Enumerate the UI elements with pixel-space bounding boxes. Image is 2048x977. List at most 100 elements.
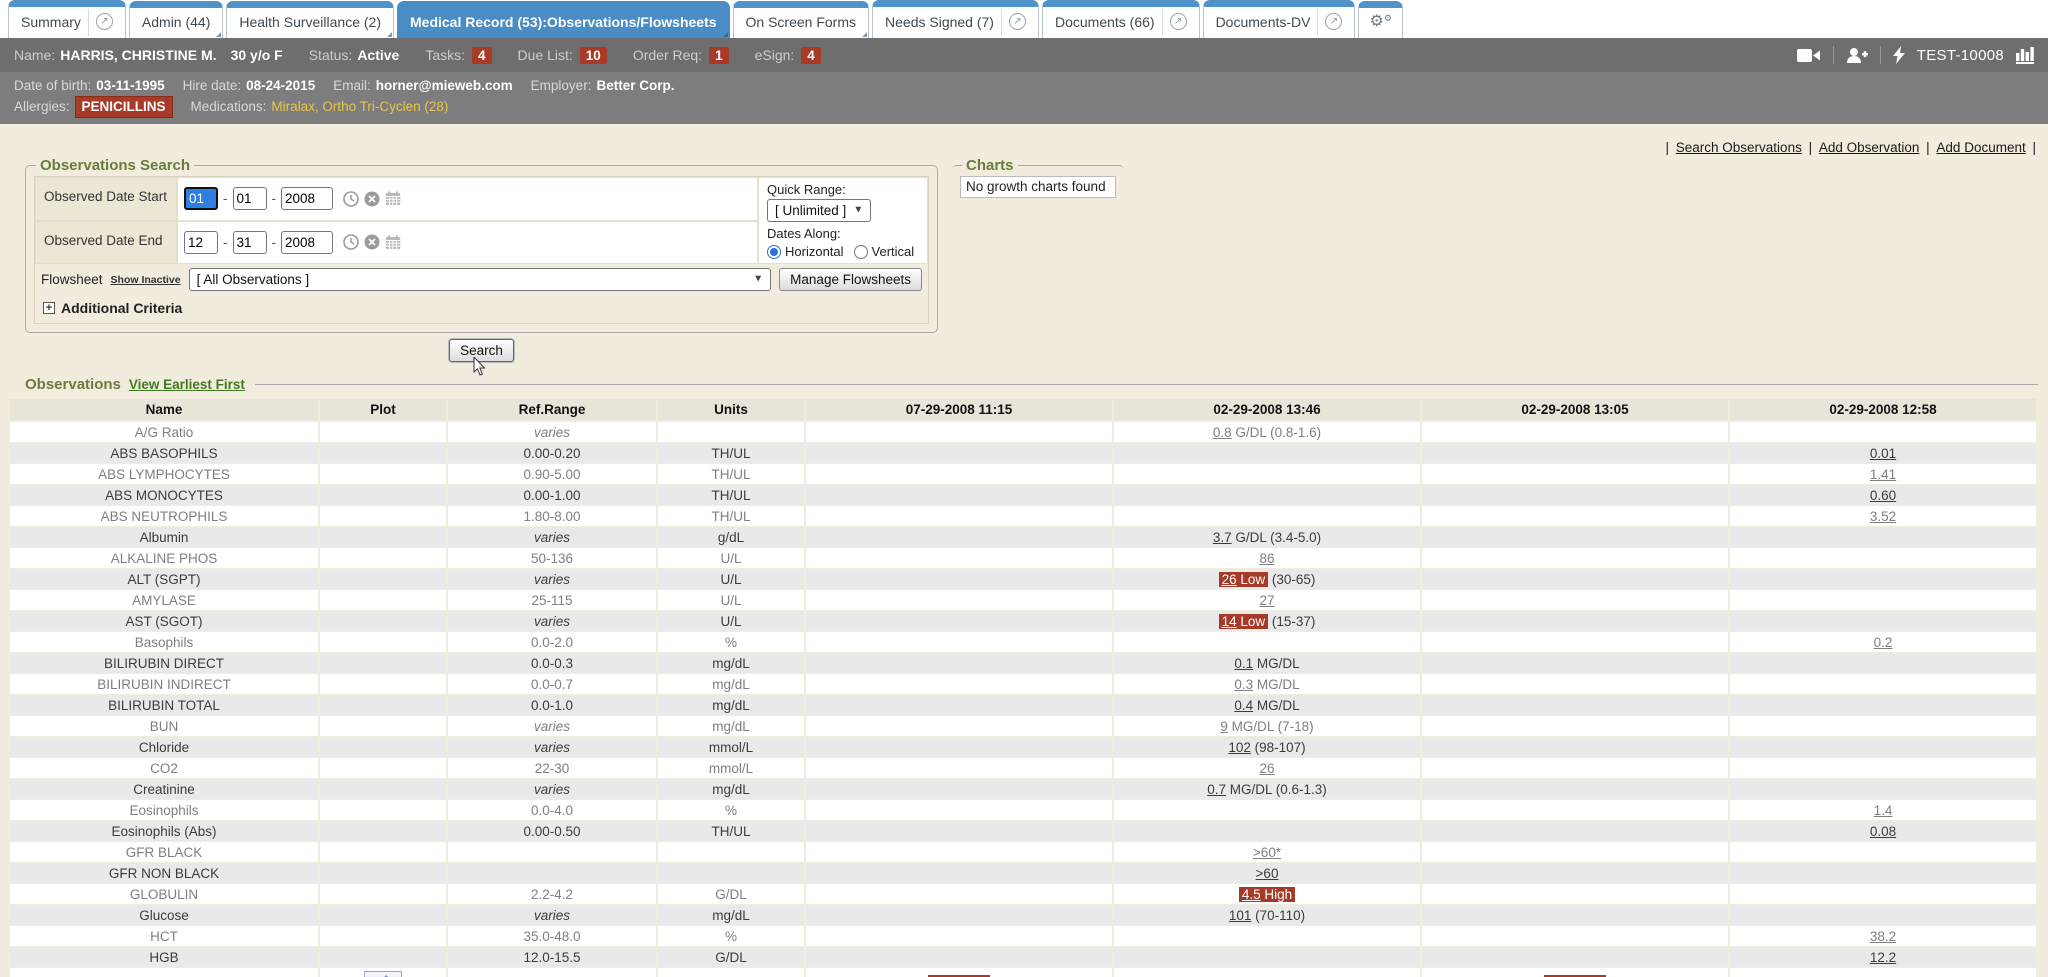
- action-link-add-observation[interactable]: Add Observation: [1819, 140, 1920, 155]
- observation-value-link[interactable]: 0.3: [1234, 677, 1253, 692]
- observation-value-link[interactable]: >60: [1256, 866, 1279, 881]
- observation-value-link[interactable]: 9: [1220, 719, 1228, 734]
- observation-value-link[interactable]: >60*: [1253, 845, 1281, 860]
- clear-date-icon[interactable]: [364, 191, 380, 207]
- observation-value-link[interactable]: 26: [1259, 761, 1274, 776]
- observation-value-link[interactable]: 3.52: [1870, 509, 1896, 524]
- observation-value-link[interactable]: 38.2: [1870, 929, 1896, 944]
- clear-date-icon[interactable]: [364, 234, 380, 250]
- observation-value-link[interactable]: 0.60: [1870, 488, 1896, 503]
- observation-name: ABS NEUTROPHILS: [10, 506, 320, 527]
- observation-value-cell: 38.2: [1730, 926, 2038, 947]
- plot-cell: [320, 611, 448, 632]
- observation-value-link[interactable]: 102: [1228, 740, 1251, 755]
- tab-medical-record-53-observations-flowsheets[interactable]: Medical Record (53):Observations/Flowshe…: [397, 1, 730, 38]
- date-end-year-input[interactable]: [281, 231, 333, 254]
- popout-icon[interactable]: ↗: [1325, 13, 1342, 30]
- observation-value-cell: [806, 611, 1114, 632]
- flowsheet-select[interactable]: [ All Observations ]▼: [189, 268, 772, 291]
- ref-range: 1.80-8.00: [448, 506, 658, 527]
- manage-flowsheets-button[interactable]: Manage Flowsheets: [779, 268, 922, 291]
- date-end-day-input[interactable]: [233, 231, 267, 254]
- observation-name: Glucose: [10, 905, 320, 926]
- date-end-month-input[interactable]: [184, 231, 218, 254]
- observation-value-cell: [1114, 968, 1422, 977]
- clock-icon[interactable]: [343, 191, 359, 207]
- units: g/dL: [658, 527, 806, 548]
- observation-value-link[interactable]: 14: [1222, 614, 1237, 629]
- popout-icon[interactable]: ↗: [96, 13, 113, 30]
- observation-value-link[interactable]: 0.8: [1213, 425, 1232, 440]
- quick-range-label: Quick Range:: [767, 182, 919, 197]
- observation-value-cell: [1422, 506, 1730, 527]
- observation-value-link[interactable]: 4.5: [1242, 887, 1261, 902]
- medication-link[interactable]: Miralax: [271, 99, 315, 114]
- tab-health-surveillance-2[interactable]: Health Surveillance (2): [226, 1, 394, 38]
- observation-value-link[interactable]: 0.7: [1207, 782, 1226, 797]
- observation-value-cell: [806, 527, 1114, 548]
- order-req-badge[interactable]: 1: [709, 47, 729, 64]
- calendar-icon[interactable]: [385, 191, 401, 206]
- popout-icon[interactable]: ↗: [1170, 13, 1187, 30]
- tasks-badge[interactable]: 4: [472, 47, 492, 64]
- observation-value-cell: [1730, 422, 2038, 443]
- calendar-icon[interactable]: [385, 235, 401, 250]
- observation-value-link[interactable]: 27: [1259, 593, 1274, 608]
- observation-value-link[interactable]: 0.08: [1870, 824, 1896, 839]
- tab-on-screen-forms[interactable]: On Screen Forms: [733, 1, 869, 38]
- observation-value-link[interactable]: 12.2: [1870, 950, 1896, 965]
- ref-range: 12.0-15.5: [448, 947, 658, 968]
- clock-icon[interactable]: [343, 234, 359, 250]
- date-start-year-input[interactable]: [281, 187, 333, 210]
- add-person-icon[interactable]: [1846, 47, 1868, 64]
- plot-cell: [320, 527, 448, 548]
- tab-needs-signed-7[interactable]: Needs Signed (7)↗: [872, 0, 1039, 38]
- observation-value-cell: [1422, 653, 1730, 674]
- lightning-icon[interactable]: [1893, 46, 1905, 64]
- allergy-penicillins-badge[interactable]: PENICILLINS: [75, 96, 173, 118]
- dates-along-horizontal-radio[interactable]: [767, 245, 781, 259]
- esign-badge[interactable]: 4: [801, 47, 821, 64]
- observation-value-link[interactable]: 101: [1229, 908, 1252, 923]
- tab-summary[interactable]: Summary↗: [8, 0, 126, 38]
- observation-value-cell: [1730, 590, 2038, 611]
- observation-value-link[interactable]: 3.7: [1213, 530, 1232, 545]
- expand-plus-icon[interactable]: +: [43, 302, 55, 314]
- observation-value-cell: [1422, 758, 1730, 779]
- observation-value-link[interactable]: 0.1: [1234, 656, 1253, 671]
- action-link-add-document[interactable]: Add Document: [1936, 140, 2025, 155]
- observation-value-link[interactable]: 0.01: [1870, 446, 1896, 461]
- quick-range-select[interactable]: [ Unlimited ]▼: [767, 199, 871, 222]
- gear-icon[interactable]: ⚙⚙: [1369, 14, 1391, 30]
- observation-value-link[interactable]: 0.2: [1874, 635, 1893, 650]
- video-call-icon[interactable]: [1797, 48, 1821, 63]
- due-list-badge[interactable]: 10: [580, 47, 607, 64]
- date-start-month-input[interactable]: [184, 187, 218, 210]
- date-start-day-input[interactable]: [233, 187, 267, 210]
- observation-value-link[interactable]: 26: [1222, 572, 1237, 587]
- dates-along-vertical-radio[interactable]: [854, 245, 868, 259]
- observation-value-link[interactable]: 1.4: [1874, 803, 1893, 818]
- observation-value-link[interactable]: 1.41: [1870, 467, 1896, 482]
- observation-name: ABS BASOPHILS: [10, 443, 320, 464]
- units: G/DL: [658, 884, 806, 905]
- units: %: [658, 800, 806, 821]
- plot-cell: [320, 485, 448, 506]
- flowsheet-row: Flowsheet Show Inactive [ All Observatio…: [35, 264, 928, 295]
- action-link-search-observations[interactable]: Search Observations: [1676, 140, 1802, 155]
- view-earliest-first-link[interactable]: View Earliest First: [129, 377, 245, 392]
- show-inactive-link[interactable]: Show Inactive: [111, 274, 181, 286]
- tab-admin-44[interactable]: Admin (44): [129, 1, 223, 38]
- tab-documents-66[interactable]: Documents (66)↗: [1042, 0, 1200, 38]
- popout-icon[interactable]: ↗: [1009, 13, 1026, 30]
- tab-settings[interactable]: ⚙⚙: [1358, 1, 1402, 38]
- tab-documents-dv[interactable]: Documents-DV↗: [1203, 0, 1356, 38]
- medication-link[interactable]: Ortho Tri-Cyclen (28): [322, 99, 448, 114]
- plot-thumbnail[interactable]: [364, 971, 402, 977]
- ref-range: 0.0-2.0: [448, 632, 658, 653]
- units: U/L: [658, 611, 806, 632]
- observation-value-link[interactable]: 86: [1259, 551, 1274, 566]
- flowsheet-chart-icon[interactable]: [2016, 47, 2034, 64]
- ref-range: varies: [448, 716, 658, 737]
- observation-value-link[interactable]: 0.4: [1234, 698, 1253, 713]
